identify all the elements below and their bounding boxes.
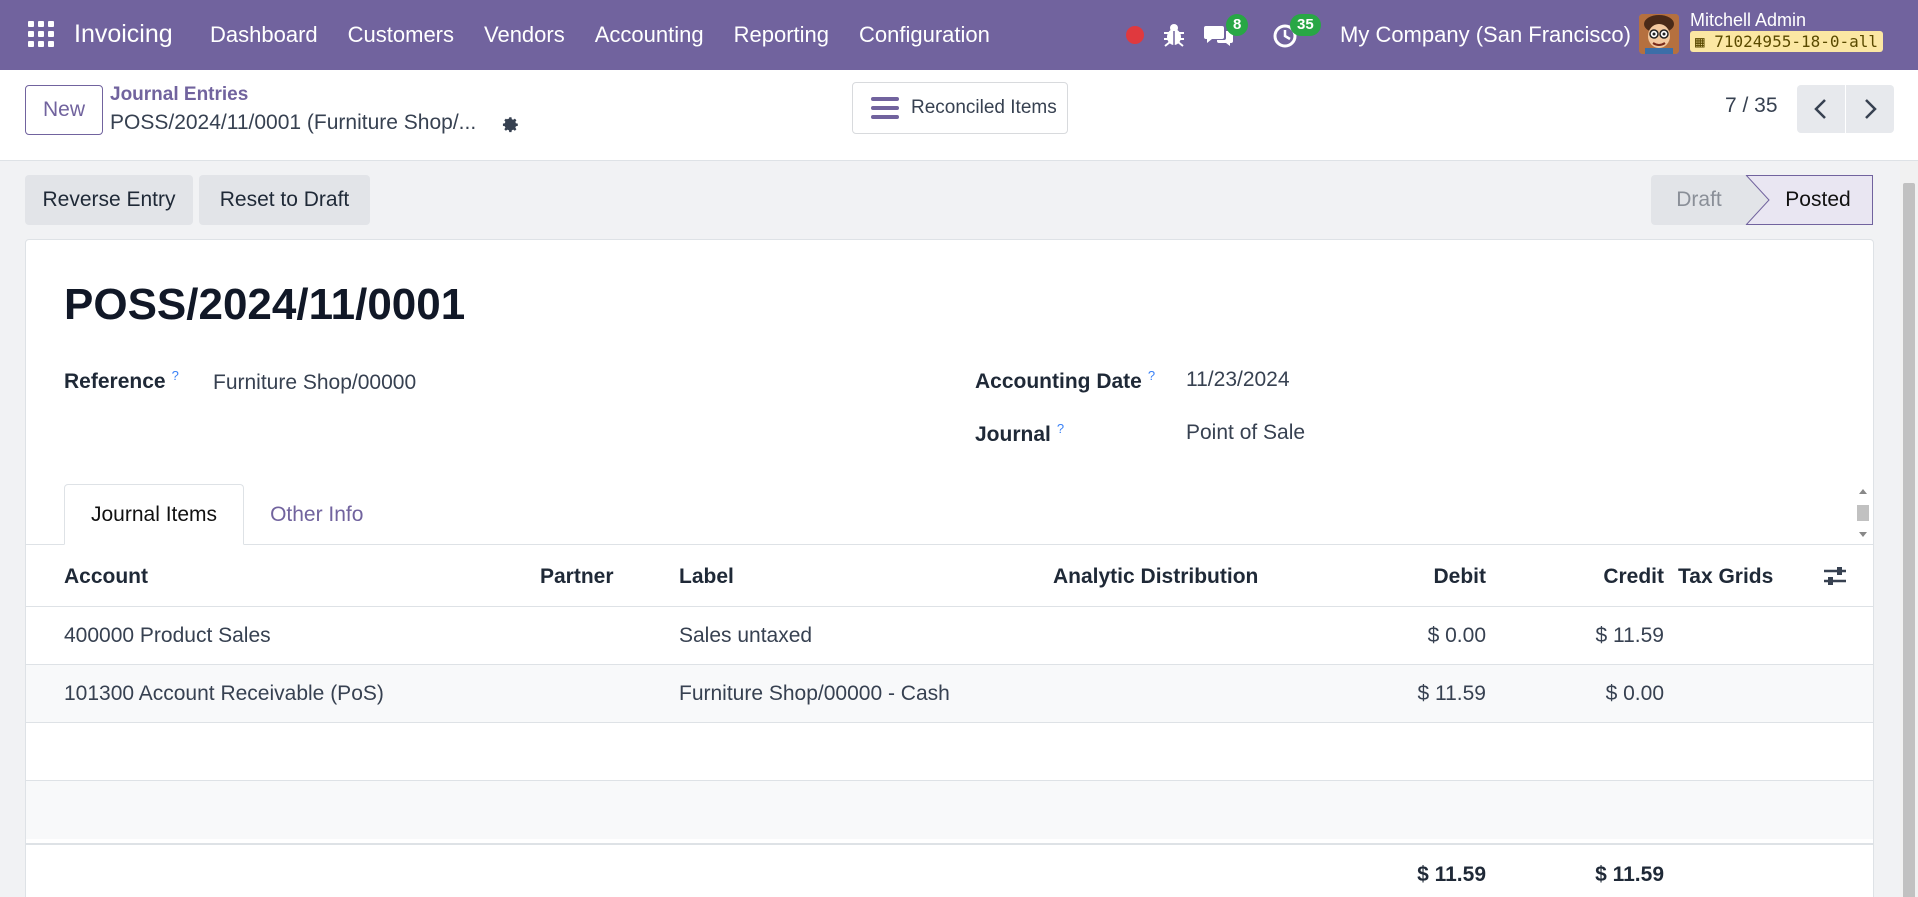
list-icon <box>871 97 899 119</box>
reference-label: Reference? <box>64 368 179 393</box>
column-partner[interactable]: Partner <box>540 565 614 589</box>
menu-customers[interactable]: Customers <box>348 22 454 48</box>
database-badge: ▦ 71024955-18-0-all <box>1690 31 1884 52</box>
journal-items-header: Account Partner Label Analytic Distribut… <box>26 545 1873 607</box>
cell-debit: $ 11.59 <box>1417 682 1486 705</box>
cell-label: Sales untaxed <box>679 624 813 647</box>
column-account[interactable]: Account <box>64 565 148 589</box>
pager-previous-button[interactable] <box>1797 85 1845 133</box>
column-analytic-distribution[interactable]: Analytic Distribution <box>1053 565 1258 589</box>
chevron-right-icon <box>1865 99 1877 119</box>
column-label[interactable]: Label <box>679 565 734 589</box>
cell-debit: $ 0.00 <box>1427 624 1486 647</box>
menu-dashboard[interactable]: Dashboard <box>210 22 318 48</box>
app-brand[interactable]: Invoicing <box>74 20 173 49</box>
pager-value[interactable]: 7 / 35 <box>1725 94 1778 118</box>
scrollbar-thumb[interactable] <box>1903 183 1915 897</box>
table-row[interactable]: 101300 Account Receivable (PoS) Furnitur… <box>26 665 1873 723</box>
help-icon[interactable]: ? <box>172 368 179 383</box>
menu-reporting[interactable]: Reporting <box>734 22 829 48</box>
form-sheet: POSS/2024/11/0001 Reference? Furniture S… <box>25 239 1874 897</box>
reference-value[interactable]: Furniture Shop/00000 <box>213 371 416 395</box>
menu-configuration[interactable]: Configuration <box>859 22 990 48</box>
cell-credit: $ 0.00 <box>1605 682 1664 705</box>
reverse-entry-button[interactable]: Reverse Entry <box>25 175 193 225</box>
help-icon[interactable]: ? <box>1057 421 1064 436</box>
record-icon[interactable] <box>1126 26 1144 44</box>
user-name[interactable]: Mitchell Admin <box>1690 10 1806 31</box>
breadcrumb-journal-entries[interactable]: Journal Entries <box>110 84 248 106</box>
status-arrow-overlay <box>1745 175 1770 225</box>
pager-next-button[interactable] <box>1846 85 1894 133</box>
column-tax-grids[interactable]: Tax Grids <box>1678 565 1773 589</box>
breadcrumb-current: POSS/2024/11/0001 (Furniture Shop/... <box>110 111 477 134</box>
cell-credit: $ 11.59 <box>1595 624 1664 647</box>
cell-account: 101300 Account Receivable (PoS) <box>64 682 384 705</box>
top-navbar: Invoicing Dashboard Customers Vendors Ac… <box>0 0 1918 70</box>
menu-vendors[interactable]: Vendors <box>484 22 565 48</box>
tab-other-info[interactable]: Other Info <box>244 484 389 545</box>
chevron-left-icon <box>1814 99 1826 119</box>
journal-value[interactable]: Point of Sale <box>1186 421 1305 445</box>
table-row[interactable]: 400000 Product Sales Sales untaxed $ 0.0… <box>26 607 1873 665</box>
column-credit[interactable]: Credit <box>1504 565 1664 589</box>
journal-label: Journal? <box>975 421 1065 446</box>
optional-columns-icon[interactable] <box>1822 565 1848 587</box>
company-switcher[interactable]: My Company (San Francisco) <box>1340 22 1631 48</box>
control-panel: New Journal Entries POSS/2024/11/0001 (F… <box>0 70 1918 161</box>
totals-row: $ 11.59 $ 11.59 <box>26 843 1873 897</box>
messages-badge: 8 <box>1226 14 1249 36</box>
activities-badge: 35 <box>1290 14 1321 36</box>
menu-accounting[interactable]: Accounting <box>595 22 704 48</box>
column-debit[interactable]: Debit <box>1326 565 1487 589</box>
bug-icon[interactable] <box>1162 22 1186 48</box>
empty-row <box>26 723 1873 781</box>
new-button[interactable]: New <box>25 85 103 135</box>
empty-row <box>26 781 1873 839</box>
reconciled-items-label: Reconciled Items <box>911 97 1057 118</box>
notebook-tabs: Journal Items Other Info <box>64 484 389 545</box>
page-scrollbar[interactable] <box>1900 161 1918 897</box>
main-menu: Dashboard Customers Vendors Accounting R… <box>210 22 1020 48</box>
accounting-date-value[interactable]: 11/23/2024 <box>1186 368 1290 392</box>
apps-grid-icon[interactable] <box>28 21 54 47</box>
cell-label: Furniture Shop/00000 - Cash <box>679 682 950 705</box>
entry-title: POSS/2024/11/0001 <box>64 280 466 329</box>
accounting-date-label: Accounting Date? <box>975 368 1156 393</box>
total-debit: $ 11.59 <box>1417 863 1486 886</box>
tab-journal-items[interactable]: Journal Items <box>64 484 245 545</box>
tabs-scrollbar[interactable] <box>1854 486 1872 540</box>
status-draft[interactable]: Draft <box>1651 175 1747 225</box>
gear-icon[interactable] <box>500 114 522 136</box>
user-avatar[interactable] <box>1639 14 1679 54</box>
reconciled-items-button[interactable]: Reconciled Items <box>852 82 1068 134</box>
cell-account: 400000 Product Sales <box>64 624 271 647</box>
database-icon: ▦ <box>1695 32 1715 51</box>
reset-to-draft-button[interactable]: Reset to Draft <box>199 175 370 225</box>
help-icon[interactable]: ? <box>1148 368 1155 383</box>
total-credit: $ 11.59 <box>1595 863 1664 886</box>
